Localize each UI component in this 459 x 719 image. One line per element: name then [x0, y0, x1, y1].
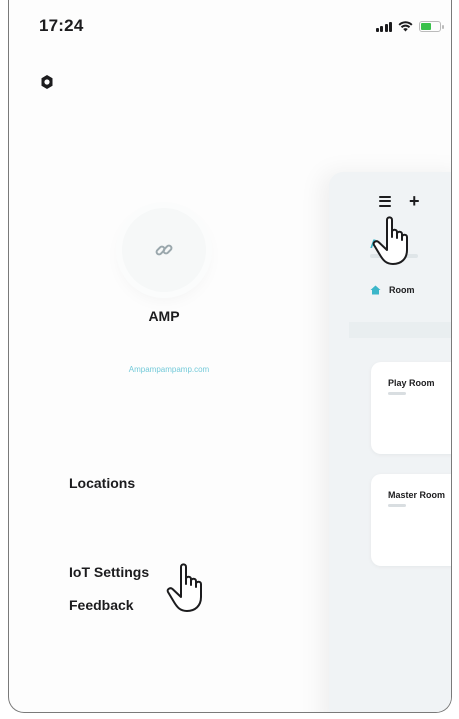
room-card[interactable]: Play Room	[371, 362, 451, 454]
background-toolbar: +	[379, 192, 420, 210]
section-divider	[349, 322, 451, 338]
room-tab[interactable]: Room	[370, 285, 415, 295]
room-card-subtitle	[388, 392, 406, 395]
menu-item-locations[interactable]: Locations	[69, 475, 135, 491]
settings-icon[interactable]	[39, 74, 55, 90]
phone-frame: 17:24 + A Room Play Room Master Room AMP…	[8, 0, 452, 713]
room-card[interactable]: Master Room	[371, 474, 451, 566]
avatar[interactable]	[122, 208, 206, 292]
room-tab-label: Room	[389, 285, 415, 295]
status-icons	[376, 20, 444, 32]
room-card-title: Play Room	[388, 378, 435, 388]
status-time: 17:24	[39, 16, 84, 35]
room-card-subtitle	[388, 504, 406, 507]
menu-item-feedback[interactable]: Feedback	[69, 597, 134, 613]
profile-email: Ampampampamp.com	[128, 365, 210, 374]
home-icon	[370, 285, 381, 295]
link-logo-icon	[155, 244, 173, 256]
add-icon[interactable]: +	[409, 192, 420, 210]
home-name[interactable]: A	[370, 237, 379, 251]
profile-name: AMP	[148, 308, 180, 324]
menu-lines-icon[interactable]	[379, 195, 391, 207]
room-card-title: Master Room	[388, 490, 446, 500]
battery-icon	[419, 20, 444, 32]
menu-item-iot-settings[interactable]: IoT Settings	[69, 564, 149, 580]
wifi-icon	[398, 21, 413, 32]
hand-pointer-icon	[166, 563, 202, 612]
signal-icon	[376, 21, 392, 32]
home-subtitle	[370, 254, 418, 258]
